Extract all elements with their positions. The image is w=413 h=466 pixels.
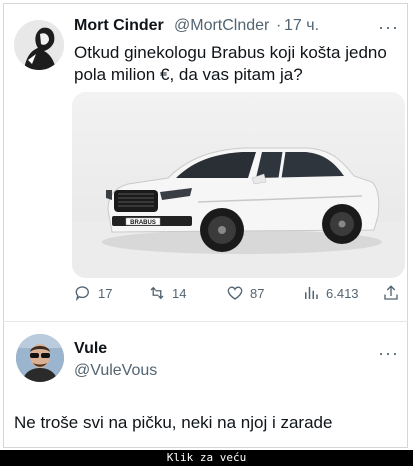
share-action[interactable]: [382, 284, 400, 302]
reply-text: Ne troše svi na pičku, neki na njoj i za…: [14, 413, 333, 432]
tweet-text-line-2: pola milion €, da vas pitam ja?: [74, 65, 303, 84]
author-handle[interactable]: @MortClnder: [174, 17, 269, 35]
share-icon: [384, 285, 398, 300]
like-action[interactable]: 87: [226, 284, 264, 302]
reply-icon: [75, 286, 89, 302]
tweet-text-line-1: Otkud ginekologu Brabus koji košta jedno: [74, 43, 387, 62]
tweet-time[interactable]: 17 ч.: [284, 17, 319, 35]
reply-avatar-illustration: [16, 334, 64, 382]
views-action[interactable]: 6.413: [302, 284, 359, 302]
author-name[interactable]: Mort Cinder: [74, 17, 164, 35]
more-options-icon[interactable]: ···: [378, 18, 399, 36]
like-count: 87: [250, 285, 265, 301]
reply-avatar[interactable]: [16, 334, 64, 382]
views-icon: [305, 287, 318, 299]
time-separator: ·: [276, 17, 282, 34]
heart-icon: [227, 286, 243, 300]
reply-more-options-icon[interactable]: ···: [378, 344, 399, 362]
enlarge-link[interactable]: Klik za veću: [0, 450, 413, 466]
views-count: 6.413: [326, 285, 359, 301]
car-illustration: BRABUS: [72, 92, 405, 278]
tweet-image[interactable]: BRABUS: [72, 92, 405, 278]
reply-author-handle[interactable]: @VuleVous: [74, 362, 157, 380]
badge-text: BRABUS: [130, 220, 156, 226]
avatar[interactable]: [14, 20, 64, 70]
avatar-illustration: [14, 20, 64, 70]
reply-count: 17: [98, 285, 113, 301]
retweet-action[interactable]: 14: [148, 284, 186, 302]
tweet-actions: 17 14 87 6.413: [72, 284, 402, 308]
reply-action[interactable]: 17: [74, 284, 112, 302]
reply-author-name[interactable]: Vule: [74, 340, 107, 358]
retweet-count: 14: [172, 285, 187, 301]
retweet-icon: [150, 286, 164, 300]
section-divider: [3, 321, 408, 322]
